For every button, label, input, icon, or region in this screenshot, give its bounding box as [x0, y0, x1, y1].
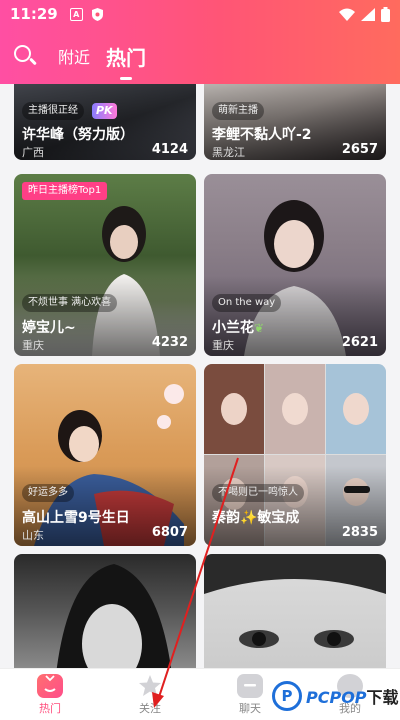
stream-card[interactable] [204, 554, 386, 668]
signal-icon [361, 7, 375, 21]
tab-popular[interactable]: 热门 [106, 42, 146, 71]
search-button[interactable] [12, 43, 38, 69]
status-system-icons [339, 6, 390, 22]
stream-tag: 主播很正经 [22, 102, 84, 120]
streamer-name: 小兰花❦ [212, 320, 265, 336]
nav-follow[interactable]: 关注 [100, 669, 200, 720]
streamer-name: 李鲤不黏人吖-2 [212, 127, 312, 143]
pk-badge: PK [92, 103, 117, 119]
status-bar: 11:29 A [0, 0, 400, 28]
streamer-location: 广西 [22, 146, 44, 159]
stream-tag: On the way [212, 294, 282, 312]
tv-icon [37, 673, 63, 698]
status-notification-icons: A [69, 7, 104, 22]
rank-badge: 昨日主播榜Top1 [22, 182, 108, 200]
streamer-name: 秦韵✨敏宝成 [212, 510, 300, 526]
stream-card[interactable]: On the way 小兰花❦ 重庆 2621 [204, 174, 386, 356]
stream-tag: 不烦世事 满心欢喜 [22, 294, 118, 312]
streamer-location: 黑龙江 [212, 146, 245, 159]
wifi-icon [339, 8, 355, 21]
live-stream-grid: 主播很正经 PK 许华峰（努力版） 广西 4124 萌新主播 李鲤不黏人吖-2 … [0, 84, 400, 668]
streamer-location: 山东 [22, 529, 44, 542]
viewer-count: 2657 [341, 142, 378, 157]
stream-card[interactable]: 不喝则已一鸣惊人 秦韵✨敏宝成 2835 [204, 364, 386, 546]
star-icon [137, 674, 163, 698]
nav-popular[interactable]: 热门 [0, 669, 100, 720]
top-header: 11:29 A 附近 热门 [0, 0, 400, 84]
stream-cover-image [14, 554, 196, 668]
app-screen: 11:29 A 附近 热门 主播很正经 PK 许华峰（努力版） 广西 4124 … [0, 0, 400, 720]
shield-icon [91, 7, 103, 21]
watermark: P PCPOP下载 [272, 676, 400, 716]
stream-tag: 萌新主播 [212, 102, 264, 120]
streamer-name: 婷宝儿~ [22, 320, 76, 336]
watermark-text: PCPOP下载 [306, 688, 399, 707]
battery-icon [381, 6, 390, 22]
stream-card[interactable]: 主播很正经 PK 许华峰（努力版） 广西 4124 [14, 84, 196, 160]
stream-card[interactable]: 昨日主播榜Top1 不烦世事 满心欢喜 婷宝儿~ 重庆 4232 [14, 174, 196, 356]
viewer-count: 4124 [151, 142, 188, 157]
viewer-count: 4232 [151, 335, 188, 350]
chat-icon [237, 673, 263, 698]
stream-cover-image [204, 554, 386, 668]
top-nav: 附近 热门 [0, 28, 400, 84]
viewer-count: 2835 [341, 525, 378, 540]
viewer-count: 2621 [341, 335, 378, 350]
leaf-icon: ❦ [254, 321, 265, 335]
streamer-location: 重庆 [22, 339, 44, 352]
watermark-logo-icon: P [272, 681, 302, 711]
viewer-count: 6807 [151, 525, 188, 540]
status-time: 11:29 [10, 5, 58, 23]
app-a-icon: A [69, 7, 83, 21]
nav-label: 聊天 [239, 701, 261, 715]
tab-nearby[interactable]: 附近 [58, 44, 90, 68]
stream-card[interactable] [14, 554, 196, 668]
stream-tag: 不喝则已一鸣惊人 [212, 484, 304, 502]
stream-card[interactable]: 萌新主播 李鲤不黏人吖-2 黑龙江 2657 [204, 84, 386, 160]
nav-label: 关注 [139, 701, 161, 715]
stream-tag: 好运多多 [22, 484, 74, 502]
streamer-location: 重庆 [212, 339, 234, 352]
streamer-name: 高山上雪9号生日 [22, 510, 130, 526]
stream-card[interactable]: 好运多多 高山上雪9号生日 山东 6807 [14, 364, 196, 546]
streamer-name: 许华峰（努力版） [22, 127, 134, 143]
nav-label: 热门 [39, 701, 61, 715]
